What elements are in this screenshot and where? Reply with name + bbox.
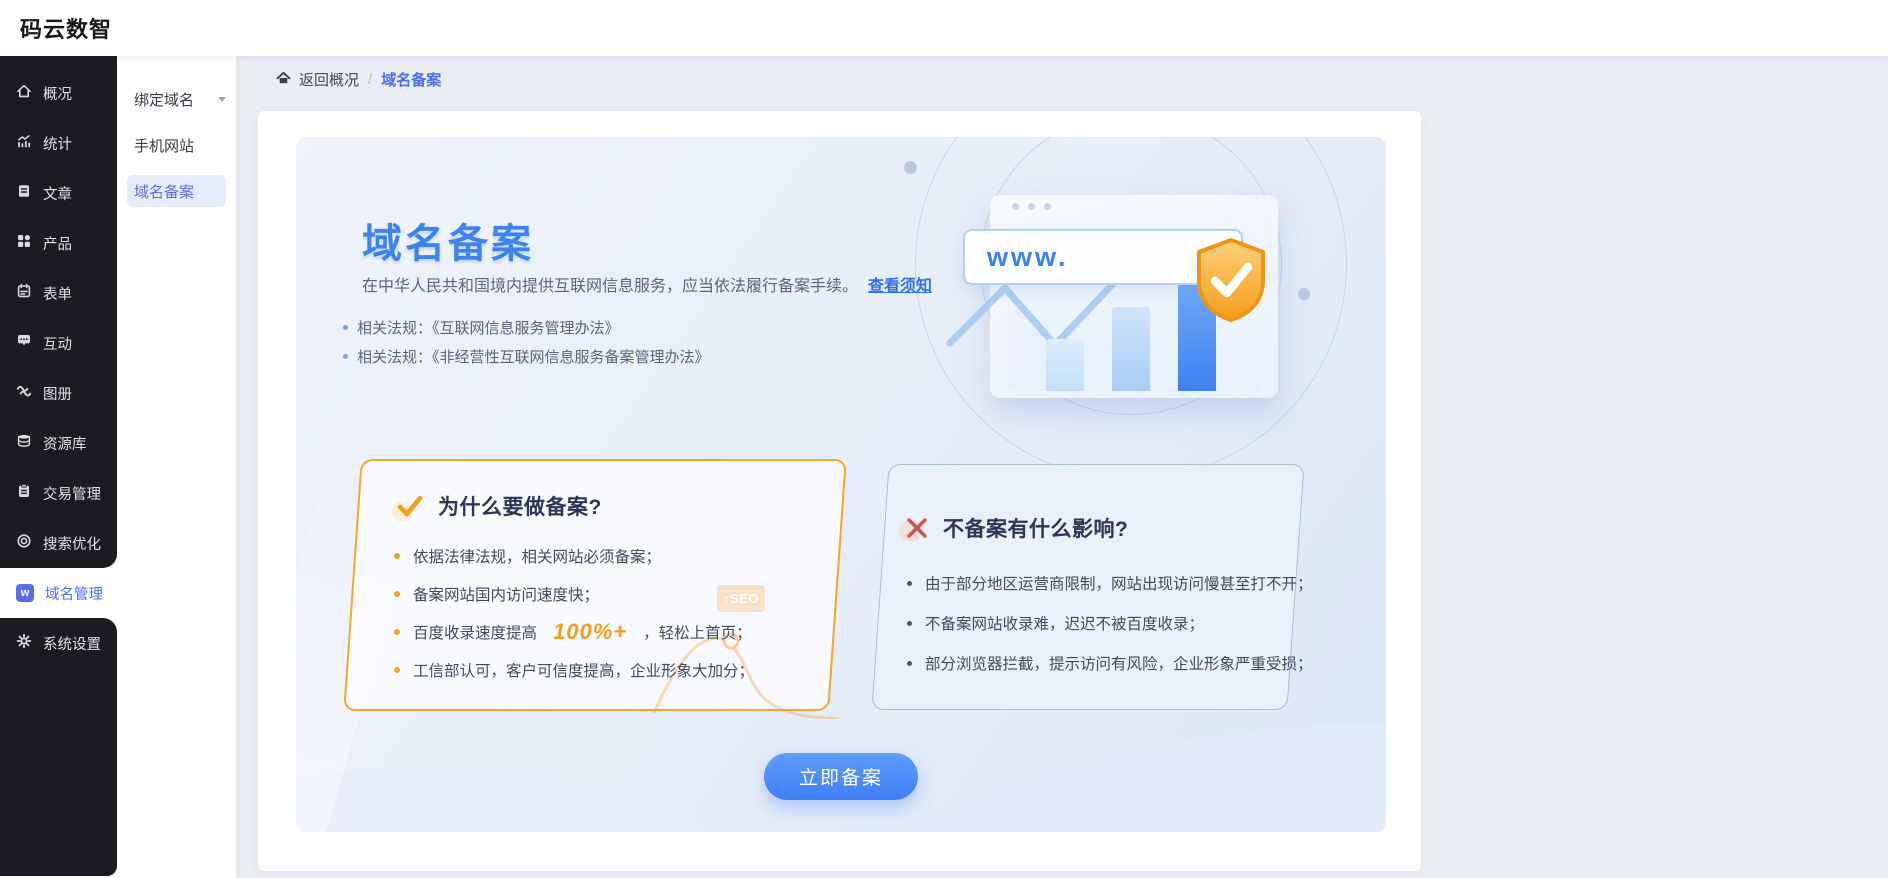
shield-check-icon: [1193, 236, 1269, 329]
sidebar-item-label: 系统设置: [43, 633, 101, 654]
hero-panel: 域名备案 在中华人民共和国境内提供互联网信息服务，应当依法履行备案手续。 查看须…: [296, 137, 1386, 832]
highlight-percent: 100%+: [553, 619, 627, 645]
bullet-dot: [907, 581, 912, 586]
article-icon: [16, 183, 32, 204]
check-icon: [396, 492, 424, 520]
hero-description: 在中华人民共和国境内提供互联网信息服务，应当依法履行备案手续。: [362, 272, 858, 296]
breadcrumb-back-label: 返回概况: [299, 69, 359, 90]
sidebar-item-label: 表单: [43, 283, 72, 304]
sidebar-item-label: 文章: [43, 183, 72, 204]
sidebar-item-articles[interactable]: 文章: [0, 168, 117, 218]
chat-icon: [16, 333, 32, 354]
impact-box: 不备案有什么影响? 由于部分地区运营商限制，网站出现访问慢甚至打不开； 不备案网…: [871, 464, 1304, 710]
sidebar-item-domain-active[interactable]: w 域名管理: [0, 568, 117, 618]
law-item: 相关法规：《互联网信息服务管理办法》: [343, 313, 710, 342]
target-icon: [16, 533, 32, 554]
list-item: 百度收录速度提高100%+，轻松上首页；: [394, 613, 754, 651]
page-title: 域名备案: [362, 211, 534, 269]
law-list: 相关法规：《互联网信息服务管理办法》 相关法规：《非经营性互联网信息服务备案管理…: [343, 313, 710, 371]
list-item: 由于部分地区运营商限制，网站出现访问慢甚至打不开；: [907, 563, 1313, 603]
chart-bar-small: [1046, 339, 1084, 391]
file-now-button[interactable]: 立即备案: [764, 753, 918, 800]
sub-sidebar: 绑定域名 手机网站 域名备案: [117, 56, 236, 878]
sidebar-item-seo[interactable]: 搜索优化: [0, 518, 117, 568]
content-area: 返回概况 / 域名备案 域名备案 在中华人民共和国境内提供互联网信息服务，应当依…: [236, 56, 1888, 878]
database-icon: [16, 433, 32, 454]
gear-icon: [16, 633, 32, 654]
sidebar-item-label: 搜索优化: [43, 533, 101, 554]
subsidebar-item-label: 绑定域名: [134, 89, 194, 110]
sidebar-item-label: 交易管理: [43, 483, 101, 504]
list-item: 工信部认可，客户可信度提高，企业形象大加分；: [394, 651, 754, 689]
subsidebar-item-bind-domain[interactable]: 绑定域名: [117, 76, 236, 122]
impact-list: 由于部分地区运营商限制，网站出现访问慢甚至打不开； 不备案网站收录难，迟迟不被百…: [907, 563, 1313, 683]
breadcrumb-back-link[interactable]: 返回概况: [275, 69, 359, 90]
sidebar-item-interaction[interactable]: 互动: [0, 318, 117, 368]
sidebar-section-top: 概况 统计 文章 产品 表单 互动 图册 资源库: [0, 56, 117, 568]
subsidebar-item-mobile-site[interactable]: 手机网站: [117, 122, 236, 168]
sidebar-item-label: 图册: [43, 383, 72, 404]
bullet-dot: [907, 621, 912, 626]
list-item: 不备案网站收录难，迟迟不被百度收录；: [907, 603, 1313, 643]
sidebar-item-stats[interactable]: 统计: [0, 118, 117, 168]
app-header: 码云数智: [0, 0, 1888, 56]
chevron-down-icon: [218, 97, 226, 102]
why-box-title: 为什么要做备案?: [438, 491, 602, 521]
bullet-dot: [394, 667, 400, 673]
breadcrumb-current: 域名备案: [381, 69, 441, 90]
sidebar-section-bottom: 系统设置: [0, 618, 117, 876]
chart-bar-medium: [1112, 307, 1150, 391]
stats-icon: [16, 133, 32, 154]
sidebar-item-label: 互动: [43, 333, 72, 354]
sidebar-item-gallery[interactable]: 图册: [0, 368, 117, 418]
sidebar-item-resources[interactable]: 资源库: [0, 418, 117, 468]
sidebar-item-label: 域名管理: [45, 583, 103, 604]
subsidebar-item-domain-filing-active[interactable]: 域名备案: [127, 175, 226, 207]
breadcrumb: 返回概况 / 域名备案: [275, 69, 441, 90]
breadcrumb-separator: /: [368, 71, 372, 88]
list-item: 部分浏览器拦截，提示访问有风险，企业形象严重受损；: [907, 643, 1313, 683]
www-text: www.: [987, 242, 1069, 273]
bullet-dot: [343, 325, 348, 330]
subsidebar-item-label: 手机网站: [134, 135, 194, 156]
law-item: 相关法规：《非经营性互联网信息服务备案管理办法》: [343, 342, 710, 371]
sidebar-item-label: 资源库: [43, 433, 87, 454]
gallery-icon: [16, 383, 32, 404]
why-filing-box: ↑SEO 为什么要做备案? 依据法律法规，相关网站必须备案； 备案网站国内访问速…: [343, 459, 847, 711]
sidebar-item-label: 产品: [43, 233, 72, 254]
subsidebar-item-label: 域名备案: [134, 181, 194, 202]
products-icon: [16, 233, 32, 254]
domain-icon: w: [16, 584, 34, 602]
sidebar-item-label: 统计: [43, 133, 72, 154]
bullet-dot: [394, 591, 400, 597]
home-icon: [275, 70, 292, 90]
why-list: 依据法律法规，相关网站必须备案； 备案网站国内访问速度快； 百度收录速度提高10…: [394, 537, 754, 689]
x-icon: [905, 516, 929, 540]
bullet-dot: [907, 661, 912, 666]
forms-icon: [16, 283, 32, 304]
bullet-dot: [343, 354, 348, 359]
sidebar-item-products[interactable]: 产品: [0, 218, 117, 268]
home-icon: [16, 83, 32, 104]
list-item: 备案网站国内访问速度快；: [394, 575, 754, 613]
bullet-dot: [394, 553, 400, 559]
brand-logo: 码云数智: [20, 12, 112, 44]
sidebar-item-transactions[interactable]: 交易管理: [0, 468, 117, 518]
sidebar-item-settings[interactable]: 系统设置: [0, 618, 117, 668]
sidebar-item-label: 概况: [43, 83, 72, 104]
impact-box-title: 不备案有什么影响?: [943, 513, 1128, 543]
clipboard-icon: [16, 483, 32, 504]
decor-dot: [904, 161, 917, 174]
page-card: 域名备案 在中华人民共和国境内提供互联网信息服务，应当依法履行备案手续。 查看须…: [258, 111, 1421, 871]
sidebar-item-overview[interactable]: 概况: [0, 68, 117, 118]
main-sidebar: 概况 统计 文章 产品 表单 互动 图册 资源库: [0, 56, 117, 878]
bullet-dot: [394, 629, 400, 635]
list-item: 依据法律法规，相关网站必须备案；: [394, 537, 754, 575]
view-notice-link[interactable]: 查看须知: [868, 272, 932, 296]
decor-dot: [1298, 288, 1310, 300]
decor-wave: [296, 767, 816, 832]
sidebar-item-forms[interactable]: 表单: [0, 268, 117, 318]
